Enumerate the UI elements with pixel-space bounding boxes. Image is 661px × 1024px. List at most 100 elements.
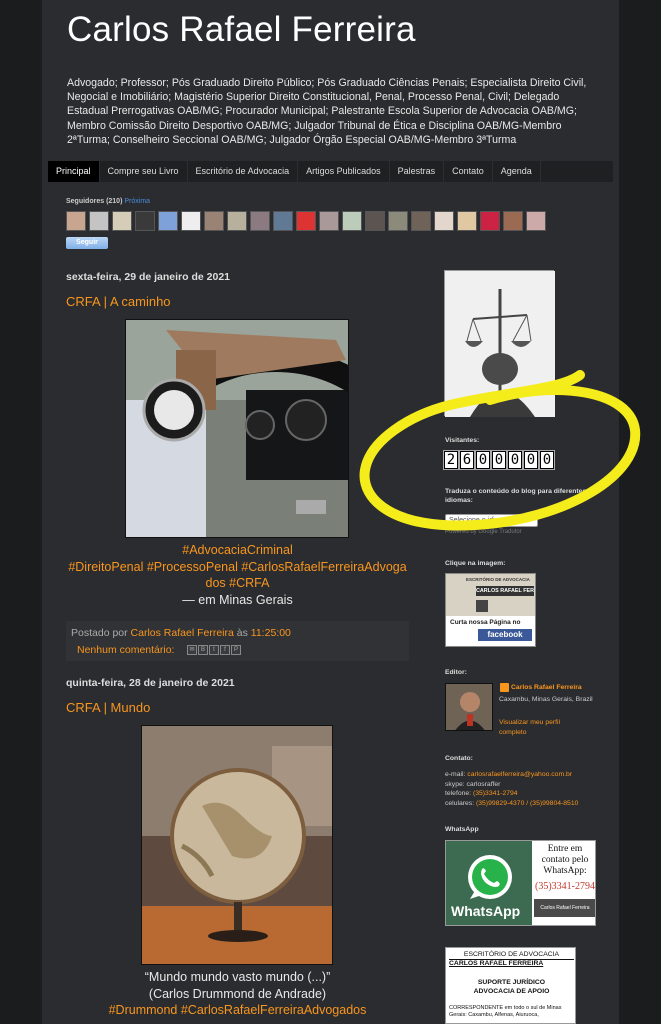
avatar[interactable] [135,211,155,231]
office-name: CARLOS RAFAEL FERREIRA [449,960,544,967]
counter-digit: 2 [443,450,459,470]
email-prefix: e-mail: [445,771,466,778]
tab-artigos[interactable]: Artigos Publicados [298,161,390,182]
hashtag-line[interactable]: #Drummond #CarlosRafaelFerreiraAdvogados [66,1002,409,1019]
post-title[interactable]: CRFA | Mundo [66,700,150,715]
banner-firm-label: ESCRITÓRIO DE ADVOCACIA [466,577,530,582]
editor-avatar[interactable] [445,683,493,731]
scales-of-justice-icon [445,271,555,417]
whatsapp-text: Entre em contato pelo WhatsApp: [541,844,589,876]
wrist-watch-steering-wheel-image [126,320,348,537]
whatsapp-banner[interactable]: WhatsApp Entre em contato pelo WhatsApp:… [445,840,596,926]
avatar[interactable] [273,211,293,231]
facebook-icon[interactable]: f [220,645,230,655]
hashtag-line[interactable]: dos #CRFA [66,575,409,592]
editor-profile-link[interactable]: Visualizar meu perfil completo [499,718,584,737]
avatar[interactable] [204,211,224,231]
tab-palestras[interactable]: Palestras [390,161,445,182]
avatar[interactable] [296,211,316,231]
followers-next-link[interactable]: Próxima [124,198,150,205]
visitors-label: Visitantes: [445,437,480,444]
facebook-logo: facebook [478,629,532,641]
share-buttons: ✉ B t f P [187,645,241,655]
avatar[interactable] [457,211,477,231]
avatar[interactable] [181,211,201,231]
avatar[interactable] [365,211,385,231]
contact-info: e-mail: carlosrafaelferreira@yahoo.com.b… [445,770,620,808]
tab-escritorio[interactable]: Escritório de Advocacia [188,161,299,182]
avatar[interactable] [66,211,86,231]
whatsapp-logo-panel: WhatsApp [446,841,532,925]
posted-by-label: Postado por [71,627,128,639]
post-quote: “Mundo mundo vasto mundo (...)” [144,970,331,984]
office-header: ESCRITÓRIO DE ADVOCACIA [449,951,574,960]
pinterest-icon[interactable]: P [231,645,241,655]
blogthis-icon[interactable]: B [198,645,208,655]
translate-label: Traduza o conteúdo do blog para diferent… [445,488,587,504]
twitter-icon[interactable]: t [209,645,219,655]
blogger-icon [500,683,509,692]
counter-digit: 0 [475,450,491,470]
whatsapp-brand: WhatsApp [451,903,521,919]
email-icon[interactable]: ✉ [187,645,197,655]
justice-statue-image [444,270,555,417]
avatar[interactable] [434,211,454,231]
facebook-cta: Curta nossa Página no [450,619,521,626]
avatar[interactable] [388,211,408,231]
powered-by-google[interactable]: Powered by Google Tradutor [445,529,522,535]
whatsapp-firm: Carlos Rafael Ferreira [534,899,595,917]
post-quote-author: (Carlos Drummond de Andrade) [148,986,327,1001]
comments-link[interactable]: Nenhum comentário: [77,644,174,656]
editor-name[interactable]: Carlos Rafael Ferreira [511,684,582,691]
avatar[interactable] [411,211,431,231]
profile-link-text[interactable]: Visualizar meu perfil completo [499,719,560,736]
post-caption: #AdvocaciaCriminal #DireitoPenal #Proces… [66,542,409,608]
office-support: SUPORTE JURÍDICO [477,979,546,986]
avatar[interactable] [480,211,500,231]
post-title[interactable]: CRFA | A caminho [66,294,171,309]
avatar[interactable] [158,211,178,231]
contact-phone[interactable]: (35)3341-2794 [473,790,518,797]
avatar[interactable] [250,211,270,231]
contact-cell[interactable]: (35)99829-4370 / (35)99804-8510 [476,800,578,807]
facebook-banner[interactable]: ESCRITÓRIO DE ADVOCACIA CARLOS RAFAEL FE… [445,573,536,647]
contact-email[interactable]: carlosrafaelferreira@yahoo.com.br [467,771,572,778]
avatar[interactable] [526,211,546,231]
avatar[interactable] [503,211,523,231]
followers-count: Seguidores (210) [66,198,123,205]
language-select[interactable]: Selecione o idioma [445,514,538,527]
editor-label: Editor: [445,669,467,676]
blog-title[interactable]: Carlos Rafael Ferreira [67,10,416,50]
tab-contato[interactable]: Contato [444,161,493,182]
facebook-label: Clique na imagem: [445,560,506,567]
counter-digit: 0 [539,450,555,470]
office-banner[interactable]: ESCRITÓRIO DE ADVOCACIA CARLOS RAFAEL FE… [445,947,576,1024]
banner-firm-name: CARLOS RAFAEL FERRE [476,586,534,596]
globe-image [142,726,332,964]
avatar[interactable] [342,211,362,231]
avatar [476,600,488,612]
tab-compre-seu-livro[interactable]: Compre seu Livro [100,161,188,182]
hashtag-line[interactable]: #AdvocaciaCriminal [66,542,409,559]
editor-name-link[interactable]: Carlos Rafael Ferreira [511,683,582,693]
avatar[interactable] [227,211,247,231]
avatar[interactable] [89,211,109,231]
page-tabs: Principal Compre seu Livro Escritório de… [48,161,613,182]
post-location: — em Minas Gerais [182,592,293,607]
avatar[interactable] [112,211,132,231]
followers-heading: Seguidores (210) Próxima [66,198,150,205]
tab-principal[interactable]: Principal [48,161,100,182]
counter-digit: 0 [491,450,507,470]
post-date: quinta-feira, 28 de janeiro de 2021 [66,677,235,689]
post-author-link[interactable]: Carlos Rafael Ferreira [131,627,234,639]
hashtag-line[interactable]: #DireitoPenal #ProcessoPenal #CarlosRafa… [66,559,409,576]
post-photo-globe[interactable] [141,725,333,965]
avatar[interactable] [319,211,339,231]
post-photo-driving[interactable] [125,319,349,538]
follow-button[interactable]: Seguir [66,237,108,249]
post-time-link[interactable]: 11:25:00 [251,627,291,639]
editor-location: Caxambu, Minas Gerais, Brazil [499,696,593,703]
contact-skype: skype: carlosraffer [445,780,501,788]
tab-agenda[interactable]: Agenda [493,161,541,182]
post-caption: “Mundo mundo vasto mundo (...)” (Carlos … [66,969,409,1019]
